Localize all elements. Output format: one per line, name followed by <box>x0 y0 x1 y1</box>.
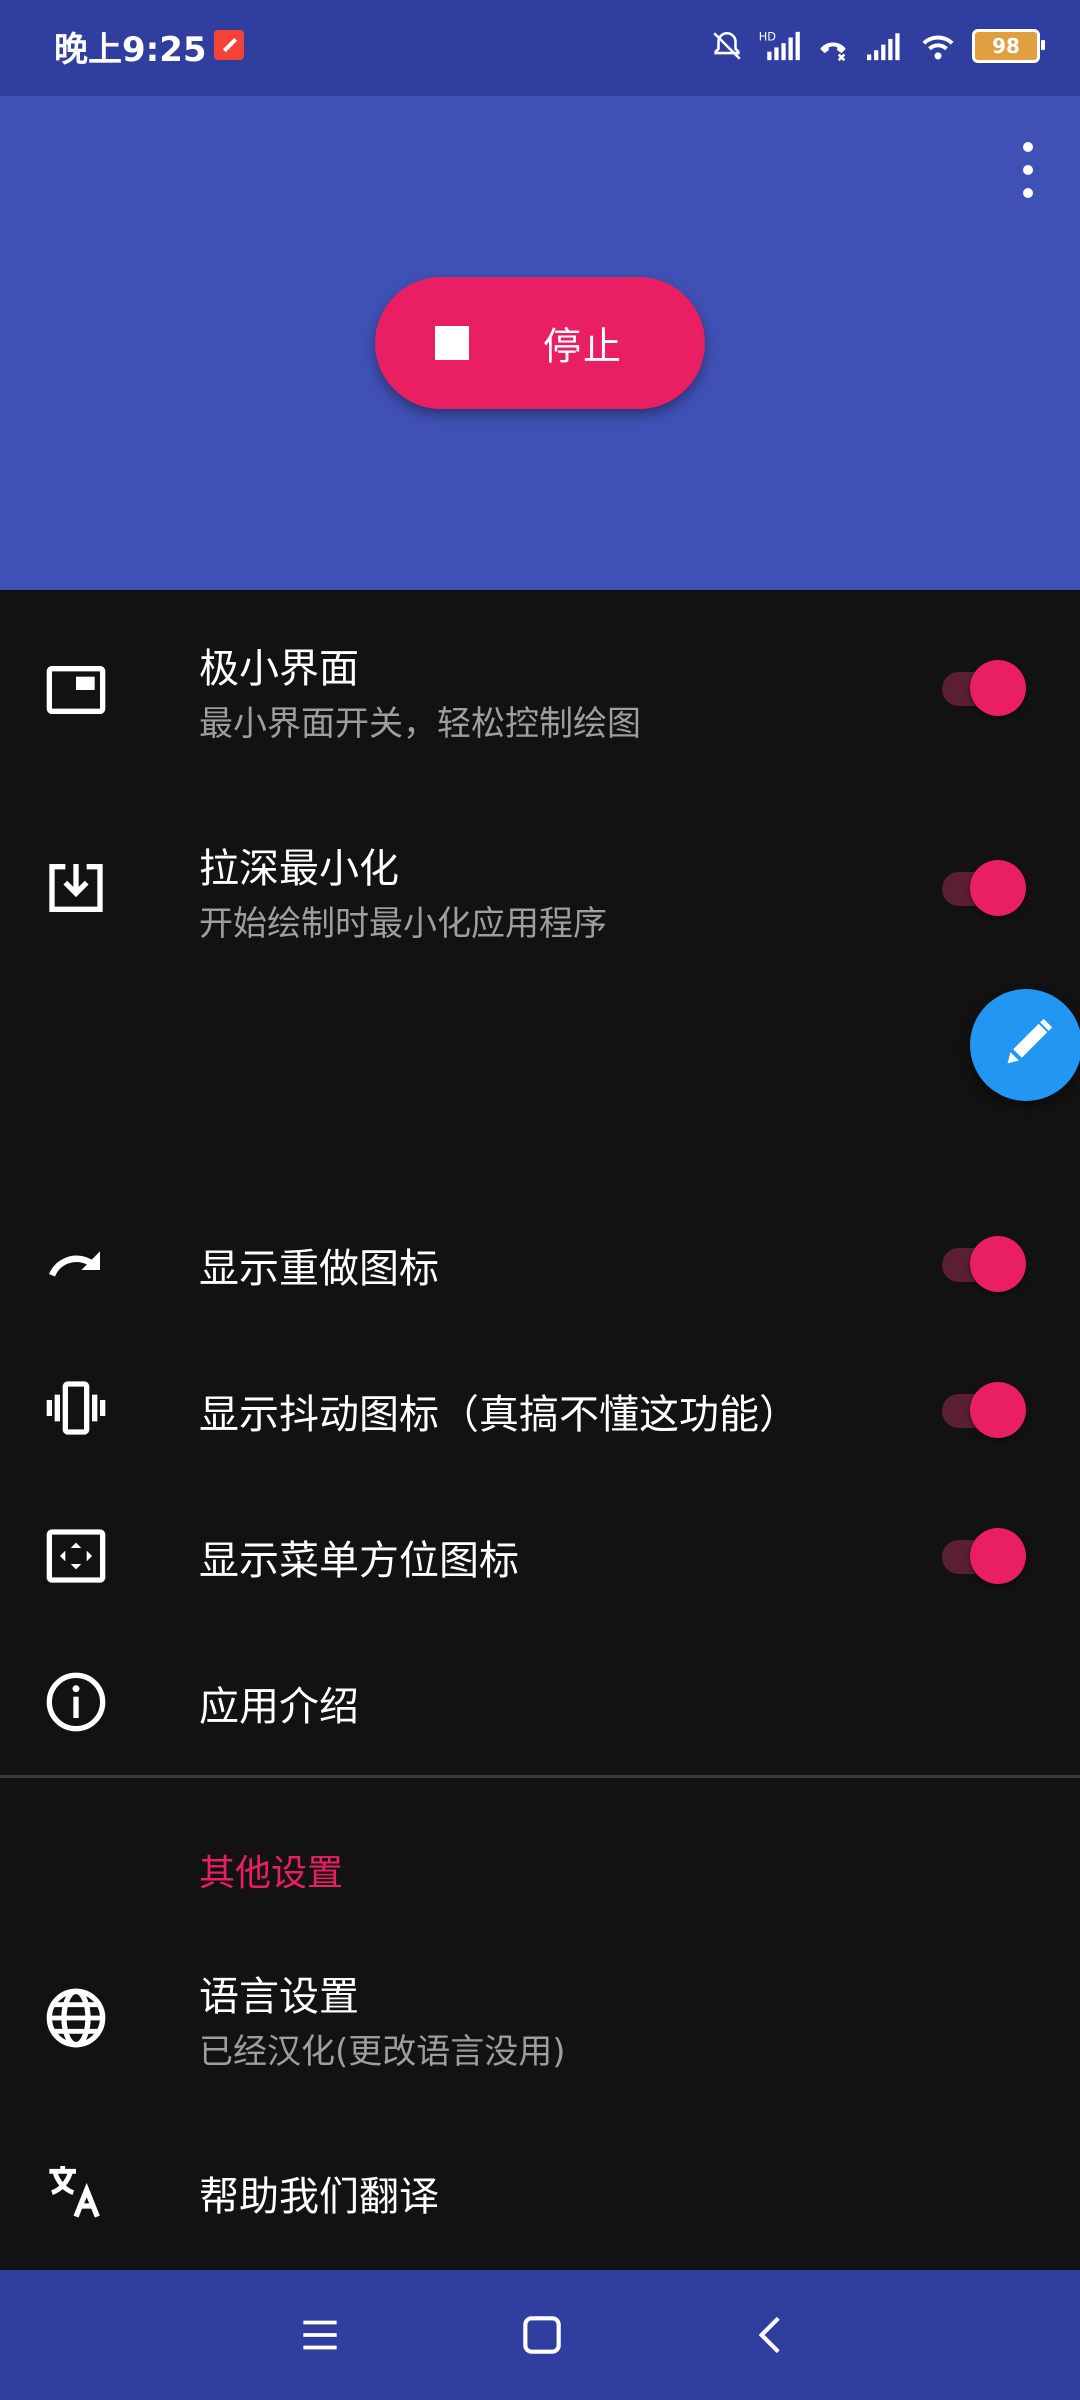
setting-subtitle: 最小界面开关，轻松控制绘图 <box>199 704 641 744</box>
wifi-icon <box>922 35 954 60</box>
setting-minimize-on-draw[interactable]: 拉深最小化 开始绘制时最小化应用程序 <box>0 790 1080 990</box>
status-time: 晚上9:25 <box>54 30 207 70</box>
section-title-other-settings: 其他设置 <box>199 1853 344 1894</box>
mute-bell-icon <box>713 31 741 60</box>
header: 停止 <box>0 96 1080 590</box>
mini-interface-toggle[interactable] <box>938 654 1026 716</box>
app-notification-icon <box>214 30 244 60</box>
redo-icon <box>49 1251 100 1277</box>
edit-fab[interactable] <box>970 989 1080 1101</box>
vibrate-toggle[interactable] <box>938 1376 1026 1438</box>
stop-icon <box>435 326 469 360</box>
status-icons: HD 98 <box>710 22 1045 70</box>
setting-show-menu-position[interactable]: 显示菜单方位图标 <box>0 1482 1080 1628</box>
info-icon <box>46 1672 106 1732</box>
setting-help-translate[interactable]: 帮助我们翻译 <box>0 2120 1080 2266</box>
fullscreen-icon <box>46 1529 106 1583</box>
setting-title: 极小界面 <box>199 646 359 692</box>
picture-in-picture-icon <box>46 666 106 714</box>
translate-icon <box>49 2166 100 2218</box>
setting-subtitle: 已经汉化(更改语言没用) <box>199 2032 566 2072</box>
setting-subtitle: 开始绘制时最小化应用程序 <box>199 904 607 944</box>
battery-icon: 98 <box>972 29 1045 63</box>
setting-mini-interface[interactable]: 极小界面 最小界面开关，轻松控制绘图 <box>0 590 1080 790</box>
setting-about-app[interactable]: 应用介绍 <box>0 1628 1080 1774</box>
stop-button-label: 停止 <box>543 324 624 369</box>
more-options-icon[interactable] <box>1010 142 1046 198</box>
setting-title: 显示重做图标 <box>199 1246 439 1292</box>
setting-show-redo[interactable]: 显示重做图标 <box>0 1190 1080 1336</box>
setting-title: 显示菜单方位图标 <box>199 1538 519 1584</box>
svg-text:HD: HD <box>759 29 777 43</box>
menu-position-toggle[interactable] <box>938 1522 1026 1584</box>
setting-show-vibrate[interactable]: 显示抖动图标（真搞不懂这功能） <box>0 1336 1080 1482</box>
download-box-icon <box>49 864 103 912</box>
setting-title: 显示抖动图标（真搞不懂这功能） <box>199 1392 799 1438</box>
setting-language[interactable]: 语言设置 已经汉化(更改语言没用) <box>0 1920 1080 2110</box>
redo-toggle[interactable] <box>938 1230 1026 1292</box>
stop-button[interactable]: 停止 <box>375 277 705 409</box>
recents-menu-icon[interactable] <box>295 2310 345 2360</box>
section-divider <box>0 1775 1080 1778</box>
globe-icon <box>46 1988 106 2048</box>
setting-title: 帮助我们翻译 <box>199 2174 439 2220</box>
setting-title: 应用介绍 <box>199 1684 359 1730</box>
vibrate-icon <box>46 1381 106 1435</box>
signal-icon <box>867 33 900 61</box>
call-off-icon <box>820 42 846 62</box>
signal-hd-icon: HD <box>759 29 800 61</box>
minimize-toggle[interactable] <box>938 854 1026 916</box>
back-icon[interactable] <box>747 2310 797 2360</box>
pencil-icon <box>1007 1018 1053 1064</box>
navigation-bar <box>0 2270 1080 2400</box>
status-bar: 晚上9:25 HD 98 <box>0 0 1080 96</box>
setting-title: 拉深最小化 <box>199 846 399 892</box>
setting-title: 语言设置 <box>199 1974 359 2020</box>
home-icon[interactable] <box>517 2310 567 2360</box>
